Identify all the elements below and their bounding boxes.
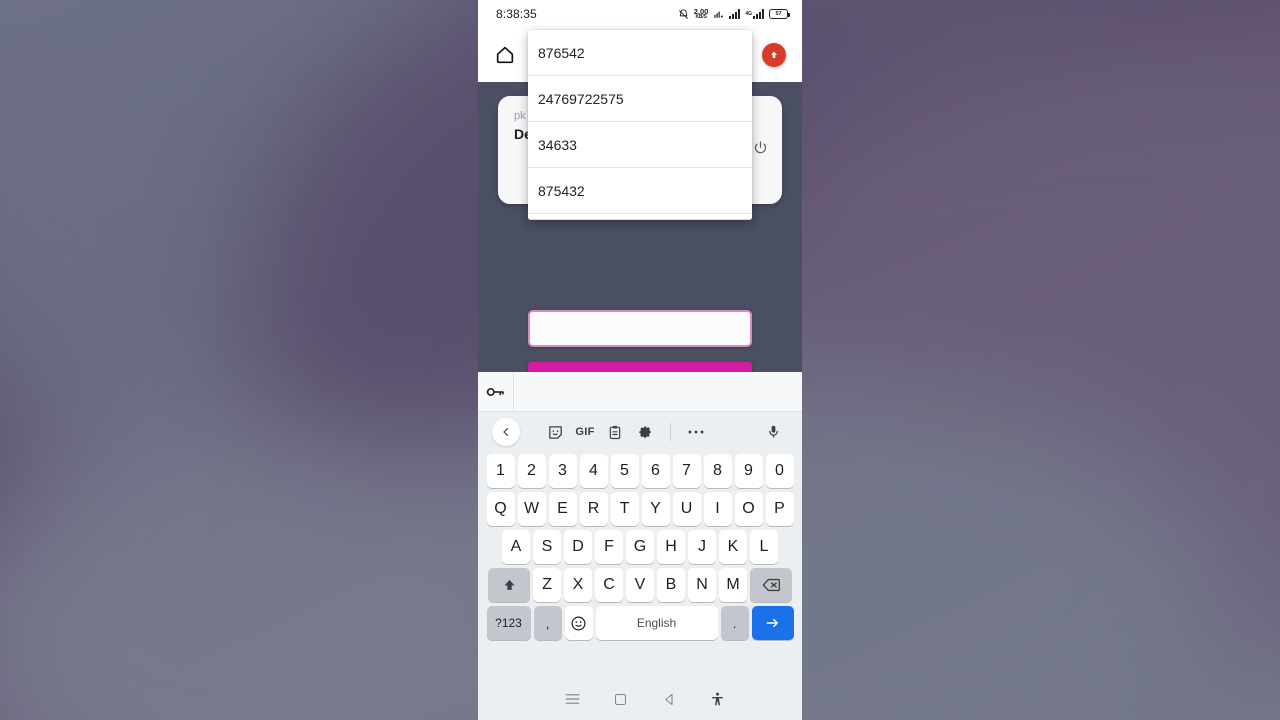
- shift-up-icon[interactable]: [488, 568, 530, 602]
- gear-icon[interactable]: [630, 417, 660, 447]
- key-j[interactable]: J: [688, 530, 716, 564]
- key-1[interactable]: 1: [486, 454, 515, 488]
- key-z[interactable]: Z: [533, 568, 561, 602]
- keyboard-row-bottom: ?123 , English .: [481, 606, 799, 640]
- home-icon[interactable]: [494, 44, 516, 66]
- key-g[interactable]: G: [626, 530, 654, 564]
- key-i[interactable]: I: [703, 492, 732, 526]
- bell-muted-icon: [678, 9, 689, 20]
- key-4[interactable]: 4: [579, 454, 608, 488]
- key-7[interactable]: 7: [672, 454, 701, 488]
- key-f[interactable]: F: [595, 530, 623, 564]
- emoji-smiley-icon[interactable]: [564, 606, 593, 640]
- key-n[interactable]: N: [688, 568, 716, 602]
- key-x[interactable]: X: [564, 568, 592, 602]
- arrow-right-icon[interactable]: [751, 606, 794, 640]
- keyboard-row-asdf: A S D F G H J K L: [481, 530, 799, 564]
- key-h[interactable]: H: [657, 530, 685, 564]
- sticker-smiley-icon[interactable]: [540, 417, 570, 447]
- clipboard-icon[interactable]: [600, 417, 630, 447]
- key-w[interactable]: W: [517, 492, 546, 526]
- autofill-footer: [528, 214, 752, 220]
- power-icon[interactable]: [753, 140, 768, 160]
- more-dots-icon[interactable]: [681, 417, 711, 447]
- keyboard-toolbar: GIF: [478, 412, 802, 452]
- home-square-icon[interactable]: [606, 684, 636, 714]
- key-icon[interactable]: [478, 372, 514, 411]
- upload-arrow-icon[interactable]: [762, 43, 786, 67]
- key-b[interactable]: B: [657, 568, 685, 602]
- status-bar: 8:38:35 2.00 KB/S 4G 57: [478, 0, 802, 28]
- key-q[interactable]: Q: [486, 492, 515, 526]
- status-time: 8:38:35: [496, 7, 537, 21]
- key-3[interactable]: 3: [548, 454, 577, 488]
- key-a[interactable]: A: [502, 530, 530, 564]
- key-t[interactable]: T: [610, 492, 639, 526]
- key-s[interactable]: S: [533, 530, 561, 564]
- key-p[interactable]: P: [765, 492, 794, 526]
- menu-recents-icon[interactable]: [557, 684, 587, 714]
- autofill-suggestion-item[interactable]: 876542: [528, 30, 752, 76]
- phone-screen: 8:38:35 2.00 KB/S 4G 57 pk De 876542 247…: [478, 0, 802, 720]
- chevron-left-icon[interactable]: [492, 418, 520, 446]
- key-v[interactable]: V: [626, 568, 654, 602]
- key-m[interactable]: M: [719, 568, 747, 602]
- gif-button[interactable]: GIF: [570, 417, 600, 447]
- autofill-suggestion-item[interactable]: 34633: [528, 122, 752, 168]
- code-input[interactable]: [528, 310, 752, 347]
- battery-icon: 57: [769, 9, 790, 19]
- key-e[interactable]: E: [548, 492, 577, 526]
- key-c[interactable]: C: [595, 568, 623, 602]
- network-type-icon: 4G: [745, 9, 764, 19]
- wifi-icon: [713, 9, 724, 19]
- accessibility-icon[interactable]: [703, 684, 733, 714]
- space-key[interactable]: English: [595, 606, 718, 640]
- password-manager-bar: [478, 372, 802, 412]
- period-key[interactable]: .: [720, 606, 749, 640]
- microphone-icon[interactable]: [758, 417, 788, 447]
- autofill-suggestions-dropdown[interactable]: 876542 24769722575 34633 875432: [528, 30, 752, 220]
- system-navigation-bar: [478, 678, 802, 720]
- key-l[interactable]: L: [750, 530, 778, 564]
- key-o[interactable]: O: [734, 492, 763, 526]
- symbols-key[interactable]: ?123: [486, 606, 531, 640]
- key-u[interactable]: U: [672, 492, 701, 526]
- keyboard-keys: 1 2 3 4 5 6 7 8 9 0 Q W E R T Y U I O P …: [478, 452, 802, 640]
- data-speed-indicator: 2.00 KB/S: [693, 6, 709, 21]
- toolbar-divider: [670, 423, 671, 441]
- keyboard-row-qwerty: Q W E R T Y U I O P: [481, 492, 799, 526]
- key-9[interactable]: 9: [734, 454, 763, 488]
- signal-bars-icon: [729, 9, 741, 19]
- comma-key[interactable]: ,: [533, 606, 562, 640]
- autofill-suggestion-item[interactable]: 875432: [528, 168, 752, 214]
- back-triangle-icon[interactable]: [654, 684, 684, 714]
- key-d[interactable]: D: [564, 530, 592, 564]
- key-0[interactable]: 0: [765, 454, 794, 488]
- key-k[interactable]: K: [719, 530, 747, 564]
- keyboard-row-zxcv: Z X C V B N M: [481, 568, 799, 602]
- on-screen-keyboard: G I F 1 2 3 4 5 6 7 8 9 0 Q W E R T Y U I …: [478, 372, 802, 678]
- key-y[interactable]: Y: [641, 492, 670, 526]
- key-2[interactable]: 2: [517, 454, 546, 488]
- key-r[interactable]: R: [579, 492, 608, 526]
- autofill-suggestion-item[interactable]: 24769722575: [528, 76, 752, 122]
- key-8[interactable]: 8: [703, 454, 732, 488]
- backspace-icon[interactable]: [750, 568, 792, 602]
- key-5[interactable]: 5: [610, 454, 639, 488]
- key-6[interactable]: 6: [641, 454, 670, 488]
- keyboard-row-numbers: 1 2 3 4 5 6 7 8 9 0: [481, 454, 799, 488]
